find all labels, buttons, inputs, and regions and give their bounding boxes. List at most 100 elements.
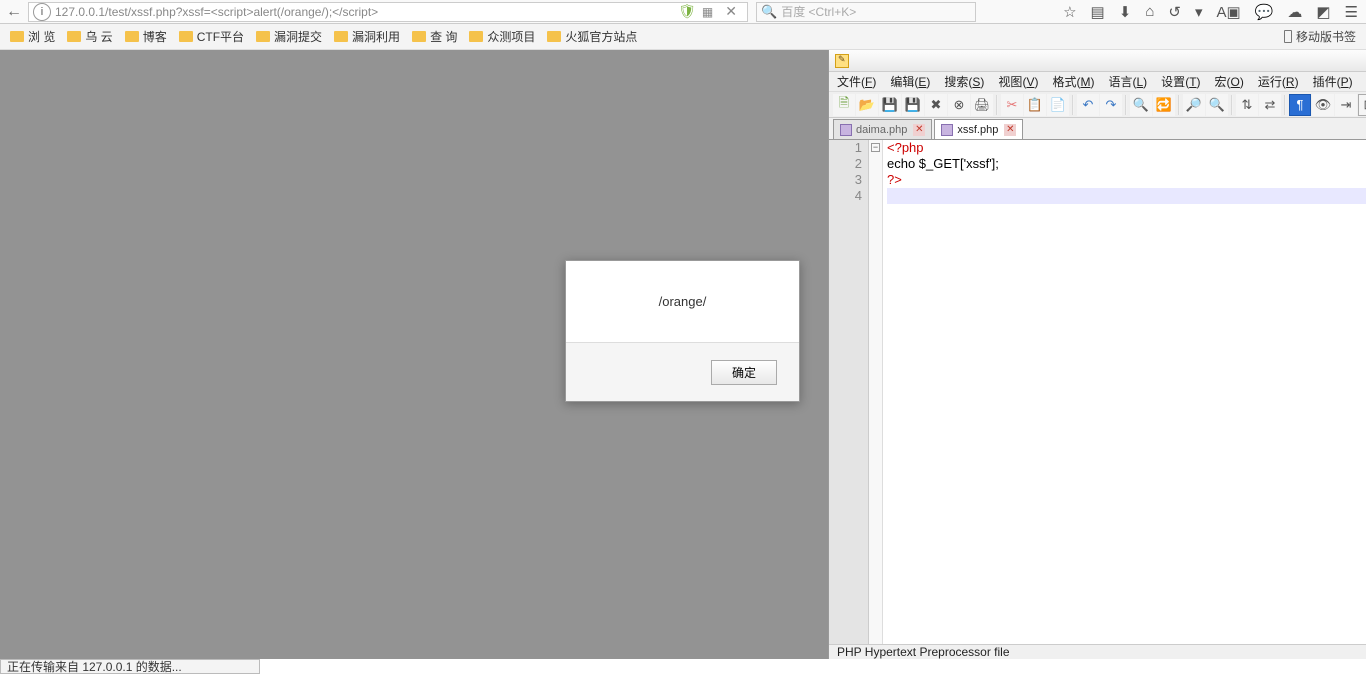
- main-area: /orange/ 确定 D:\wamp\www\t 文件(F) 编辑(E) 搜索…: [0, 50, 1366, 659]
- bookmark-submit[interactable]: 漏洞提交: [256, 28, 322, 45]
- separator: [1072, 95, 1074, 115]
- open-icon[interactable]: 📂: [856, 94, 878, 116]
- find-icon[interactable]: 🔍: [1130, 94, 1152, 116]
- cut-icon[interactable]: ✂: [1001, 94, 1023, 116]
- folder-icon: [469, 31, 483, 42]
- separator: [996, 95, 998, 115]
- undo-icon[interactable]: ↶: [1077, 94, 1099, 116]
- replace-icon[interactable]: 🔁: [1153, 94, 1175, 116]
- menu-file[interactable]: 文件(F): [837, 73, 876, 90]
- bookmark-firefox[interactable]: 火狐官方站点: [547, 28, 637, 45]
- file-icon: [941, 124, 953, 136]
- code-lines[interactable]: <?php echo $_GET['xssf']; ?>: [883, 140, 1366, 644]
- show-all-icon[interactable]: 👁: [1312, 94, 1334, 116]
- bookmark-blog[interactable]: 博客: [125, 28, 167, 45]
- bookmark-wuyun[interactable]: 乌 云: [67, 28, 112, 45]
- print-icon[interactable]: 🖨: [971, 94, 993, 116]
- js-alert-dialog: /orange/ 确定: [565, 260, 800, 402]
- line-numbers: 1234: [829, 140, 869, 644]
- bookmark-query[interactable]: 查 询: [412, 28, 457, 45]
- app-icon: [835, 54, 849, 68]
- download-icon[interactable]: ⬇: [1119, 3, 1132, 21]
- home-icon[interactable]: ⌂: [1145, 3, 1154, 20]
- userdef-icon[interactable]: ⊞: [1358, 94, 1366, 116]
- browser-navbar: ← i 127.0.0.1/test/xssf.php?xssf=<script…: [0, 0, 1366, 24]
- address-bar[interactable]: i 127.0.0.1/test/xssf.php?xssf=<script>a…: [28, 2, 748, 22]
- folder-icon: [412, 31, 426, 42]
- save-all-icon[interactable]: 💾: [902, 94, 924, 116]
- menu-plugins[interactable]: 插件(P): [1313, 73, 1353, 90]
- new-file-icon[interactable]: 🗎: [833, 94, 855, 116]
- mobile-bookmarks[interactable]: 移动版书签: [1284, 28, 1356, 45]
- back-button[interactable]: ←: [0, 3, 28, 21]
- wordwrap-icon[interactable]: ¶: [1289, 94, 1311, 116]
- paste-icon[interactable]: 📄: [1047, 94, 1069, 116]
- file-tab-daima[interactable]: daima.php ✕: [833, 119, 932, 139]
- folder-icon: [334, 31, 348, 42]
- zoom-out-icon[interactable]: 🔍: [1206, 94, 1228, 116]
- editor-tabs: daima.php ✕ xssf.php ✕: [829, 118, 1366, 140]
- editor-titlebar: D:\wamp\www\t: [829, 50, 1366, 72]
- stop-icon[interactable]: ✕: [719, 3, 743, 20]
- folder-icon: [10, 31, 24, 42]
- chat-icon[interactable]: 💬: [1255, 3, 1274, 21]
- browser-statusbar-row: 正在传输来自 127.0.0.1 的数据...: [0, 659, 1366, 674]
- search-box[interactable]: 🔍 百度 <Ctrl+K>: [756, 2, 976, 22]
- close-file-icon[interactable]: ✖: [925, 94, 947, 116]
- bookmark-crowd[interactable]: 众测项目: [469, 28, 535, 45]
- alert-ok-button[interactable]: 确定: [711, 360, 777, 385]
- fold-toggle-icon[interactable]: −: [871, 143, 880, 152]
- redo-icon[interactable]: ↷: [1100, 94, 1122, 116]
- menu-view[interactable]: 视图(V): [998, 73, 1038, 90]
- folder-icon: [547, 31, 561, 42]
- file-tab-xssf[interactable]: xssf.php ✕: [934, 119, 1023, 139]
- cloud-icon[interactable]: ☁: [1287, 3, 1302, 21]
- library-icon[interactable]: ▤: [1091, 3, 1105, 21]
- editor-pane: D:\wamp\www\t 文件(F) 编辑(E) 搜索(S) 视图(V) 格式…: [828, 50, 1366, 659]
- menu-run[interactable]: 运行(R): [1258, 73, 1299, 90]
- bookmark-exploit[interactable]: 漏洞利用: [334, 28, 400, 45]
- toolbar-right: ☆ ▤ ⬇ ⌂ ↺ ▾ A▣ 💬 ☁ ◩ ☰: [1055, 3, 1366, 21]
- close-icon[interactable]: ✕: [913, 124, 925, 136]
- sync-h-icon[interactable]: ⇄: [1259, 94, 1281, 116]
- shield-icon[interactable]: 🛡: [678, 3, 696, 20]
- search-icon: 🔍: [761, 4, 777, 20]
- page-content: /orange/ 确定: [0, 50, 828, 659]
- close-all-icon[interactable]: ⊗: [948, 94, 970, 116]
- menu-lang[interactable]: 语言(L): [1108, 73, 1147, 90]
- code-area[interactable]: 1234 − <?php echo $_GET['xssf']; ?>: [829, 140, 1366, 644]
- menu-macro[interactable]: 宏(O): [1215, 73, 1244, 90]
- dropdown-icon[interactable]: ▾: [1195, 3, 1203, 21]
- folder-icon: [256, 31, 270, 42]
- bookmarks-bar: 浏 览 乌 云 博客 CTF平台 漏洞提交 漏洞利用 查 询 众测项目 火狐官方…: [0, 24, 1366, 50]
- sync-v-icon[interactable]: ⇅: [1236, 94, 1258, 116]
- folder-icon: [125, 31, 139, 42]
- a-icon[interactable]: A▣: [1216, 3, 1240, 21]
- bookmark-ctf[interactable]: CTF平台: [179, 28, 244, 45]
- editor-menubar: 文件(F) 编辑(E) 搜索(S) 视图(V) 格式(M) 语言(L) 设置(T…: [829, 72, 1366, 92]
- search-placeholder: 百度 <Ctrl+K>: [781, 3, 856, 20]
- qr-icon[interactable]: ▦: [702, 5, 713, 19]
- zoom-in-icon[interactable]: 🔎: [1183, 94, 1205, 116]
- menu-search[interactable]: 搜索(S): [944, 73, 984, 90]
- phone-icon: [1284, 30, 1292, 43]
- statusbar-spacer: [260, 659, 1366, 674]
- separator: [1125, 95, 1127, 115]
- menu-format[interactable]: 格式(M): [1052, 73, 1094, 90]
- bookmark-browse[interactable]: 浏 览: [10, 28, 55, 45]
- save-icon[interactable]: 💾: [879, 94, 901, 116]
- menu-edit[interactable]: 编辑(E): [890, 73, 930, 90]
- menu-icon[interactable]: ☰: [1345, 3, 1358, 21]
- copy-icon[interactable]: 📋: [1024, 94, 1046, 116]
- undo-icon[interactable]: ↺: [1168, 3, 1181, 21]
- menu-settings[interactable]: 设置(T): [1161, 73, 1200, 90]
- folder-icon: [179, 31, 193, 42]
- info-icon[interactable]: i: [33, 3, 51, 21]
- browser-status-text: 正在传输来自 127.0.0.1 的数据...: [0, 659, 260, 674]
- alert-message: /orange/: [566, 261, 799, 343]
- bookmark-star-icon[interactable]: ☆: [1063, 3, 1076, 21]
- alert-footer: 确定: [566, 343, 799, 401]
- crop-icon[interactable]: ◩: [1316, 3, 1330, 21]
- indent-icon[interactable]: ⇥: [1335, 94, 1357, 116]
- close-icon[interactable]: ✕: [1004, 124, 1016, 136]
